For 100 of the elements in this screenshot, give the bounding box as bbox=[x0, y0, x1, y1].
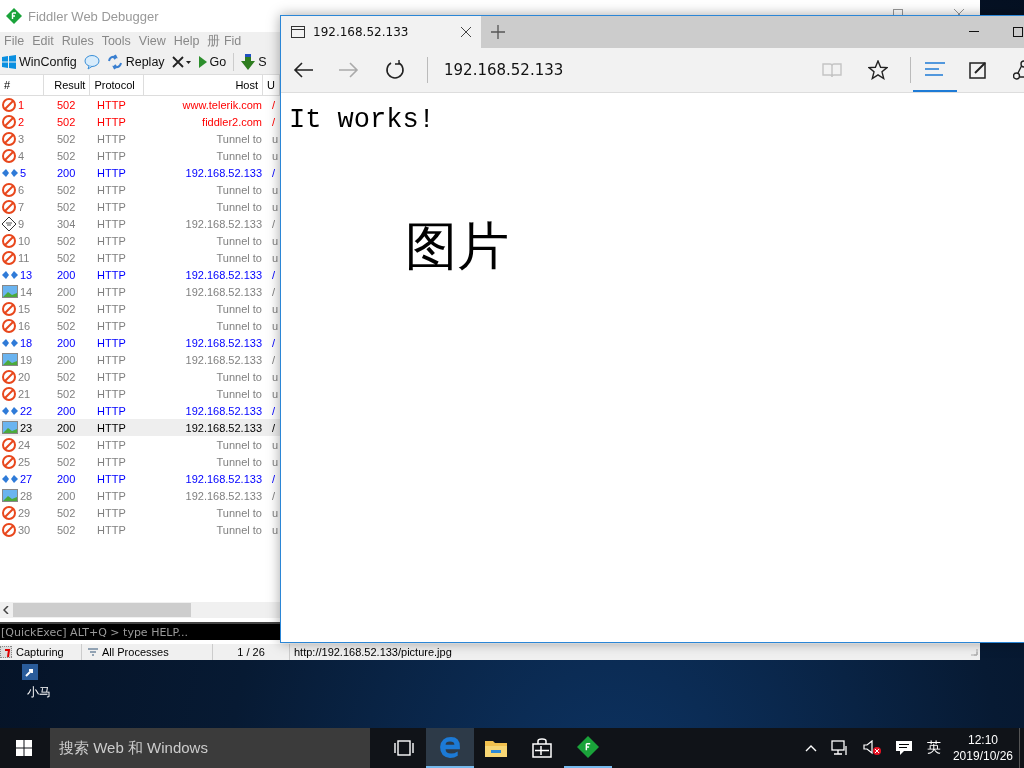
table-cell-text: / bbox=[271, 115, 277, 128]
session-row[interactable]: 25 502 HTTP Tunnel to u bbox=[0, 453, 280, 470]
session-row[interactable]: 4 502 HTTP Tunnel to u bbox=[0, 147, 280, 164]
session-row[interactable]: 5 200 HTTP 192.168.52.133 / bbox=[0, 164, 280, 181]
image-icon bbox=[2, 353, 18, 366]
table-cell-text: 200 bbox=[56, 489, 77, 502]
toolbar-button[interactable]: Replay bbox=[104, 53, 167, 71]
table-cell-text: HTTP bbox=[96, 183, 127, 196]
refresh-icon[interactable] bbox=[385, 60, 405, 80]
table-cell-text: / bbox=[271, 166, 277, 179]
start-icon[interactable] bbox=[16, 740, 32, 756]
menu-item[interactable]: Help bbox=[171, 34, 206, 48]
process-filter[interactable]: All Processes bbox=[82, 644, 213, 660]
session-row[interactable]: 22 200 HTTP 192.168.52.133 / bbox=[0, 402, 280, 419]
session-row[interactable]: 14 200 HTTP 192.168.52.133 / bbox=[0, 283, 280, 300]
search-field[interactable]: 搜索 Web 和 Windows bbox=[50, 728, 370, 768]
pen-note-icon[interactable] bbox=[969, 61, 987, 79]
menu-item[interactable]: File bbox=[2, 34, 31, 48]
session-row[interactable]: 1 502 HTTP www.telerik.com / bbox=[0, 96, 280, 113]
table-cell-text: HTTP bbox=[96, 302, 127, 315]
taskbar-button[interactable] bbox=[426, 728, 474, 768]
session-row[interactable]: 11 502 HTTP Tunnel to u bbox=[0, 249, 280, 266]
table-cell-text: / bbox=[271, 404, 277, 417]
table-cell-text: Tunnel to bbox=[215, 319, 263, 332]
table-cell-text: Tunnel to bbox=[215, 438, 263, 451]
shortcut-label[interactable]: 小马 bbox=[27, 684, 51, 701]
address-field[interactable]: 192.168.52.133 bbox=[444, 61, 564, 79]
table-cell-text: 200 bbox=[56, 421, 77, 434]
toolbar-button[interactable]: WinConfig bbox=[0, 54, 79, 70]
session-row[interactable]: 16 502 HTTP Tunnel to u bbox=[0, 317, 280, 334]
table-cell: 13 bbox=[20, 268, 33, 281]
session-row[interactable]: 29 502 HTTP Tunnel to u bbox=[0, 504, 280, 521]
session-row[interactable]: 24 502 HTTP Tunnel to u bbox=[0, 436, 280, 453]
session-row[interactable]: 27 200 HTTP 192.168.52.133 / bbox=[0, 470, 280, 487]
table-cell-text: Tunnel to bbox=[215, 455, 263, 468]
toolbar-button[interactable]: Go bbox=[196, 54, 229, 70]
table-cell-text: HTTP bbox=[96, 132, 127, 145]
menu-item[interactable]: 册 Fid bbox=[205, 32, 248, 50]
table-cell-text: u bbox=[271, 149, 280, 162]
session-row[interactable]: 19 200 HTTP 192.168.52.133 / bbox=[0, 351, 280, 368]
table-cell-text: 502 bbox=[56, 98, 77, 111]
table-cell-text: HTTP bbox=[96, 251, 127, 264]
session-row[interactable]: 23 200 HTTP 192.168.52.133 / bbox=[0, 419, 280, 436]
close-tab-icon[interactable] bbox=[461, 27, 471, 37]
new-tab-icon[interactable] bbox=[491, 25, 505, 39]
session-row[interactable]: 13 200 HTTP 192.168.52.133 / bbox=[0, 266, 280, 283]
scroll-left-icon[interactable] bbox=[3, 606, 9, 614]
toolbar-button[interactable] bbox=[169, 55, 194, 69]
table-cell-text: Tunnel to bbox=[215, 251, 263, 264]
session-row[interactable]: 18 200 HTTP 192.168.52.133 / bbox=[0, 334, 280, 351]
chevron-up-icon[interactable] bbox=[804, 744, 817, 752]
code-brackets-icon bbox=[2, 405, 18, 416]
windows-icon bbox=[2, 55, 16, 69]
table-cell-text: u bbox=[271, 455, 280, 468]
input-method-indicator[interactable]: 英 bbox=[926, 739, 941, 757]
table-cell-text: 502 bbox=[56, 506, 77, 519]
star-icon[interactable] bbox=[868, 60, 888, 80]
fiddler-logo-icon bbox=[6, 8, 22, 24]
table-cell-text: Tunnel to bbox=[215, 506, 263, 519]
table-cell-text: 502 bbox=[56, 523, 77, 536]
session-row[interactable]: 20 502 HTTP Tunnel to u bbox=[0, 368, 280, 385]
table-cell-text: / bbox=[271, 421, 277, 434]
horizontal-scrollbar[interactable] bbox=[0, 602, 280, 618]
session-row[interactable]: 6 502 HTTP Tunnel to u bbox=[0, 181, 280, 198]
maximize-icon[interactable] bbox=[1013, 27, 1023, 37]
column-header[interactable]: # bbox=[0, 75, 45, 95]
session-row[interactable]: 10 502 HTTP Tunnel to u bbox=[0, 232, 280, 249]
session-row[interactable]: 2 502 HTTP fiddler2.com / bbox=[0, 113, 280, 130]
column-header[interactable]: Result bbox=[44, 75, 91, 95]
toolbar-button[interactable]: S bbox=[239, 53, 269, 71]
back-icon[interactable] bbox=[293, 62, 313, 78]
table-cell-text: 192.168.52.133 bbox=[184, 166, 263, 179]
session-row[interactable]: 9 304 HTTP 192.168.52.133 / bbox=[0, 215, 280, 232]
clock[interactable]: 12:10 2019/10/26 bbox=[952, 731, 1013, 765]
window-title: Fiddler Web Debugger bbox=[28, 8, 159, 24]
menu-item[interactable]: Rules bbox=[59, 34, 100, 48]
muted-speaker-icon[interactable] bbox=[862, 740, 881, 756]
notification-icon[interactable] bbox=[894, 740, 913, 756]
table-cell-text: Tunnel to bbox=[215, 234, 263, 247]
session-row[interactable]: 30 502 HTTP Tunnel to u bbox=[0, 521, 280, 538]
menu-item[interactable]: Tools bbox=[99, 34, 137, 48]
shortcut-icon[interactable] bbox=[20, 662, 40, 682]
minimize-icon[interactable] bbox=[969, 31, 979, 33]
quickexec-field[interactable]: [QuickExec] ALT+Q > type HELP... bbox=[0, 622, 280, 640]
session-row[interactable]: 15 502 HTTP Tunnel to u bbox=[0, 300, 280, 317]
column-header[interactable]: Protocol bbox=[90, 75, 145, 95]
table-cell-text: / bbox=[271, 98, 277, 111]
session-row[interactable]: 3 502 HTTP Tunnel to u bbox=[0, 130, 280, 147]
network-icon[interactable] bbox=[830, 740, 849, 756]
capture-toggle[interactable]: Capturing bbox=[0, 644, 82, 660]
menu-item[interactable]: View bbox=[136, 34, 172, 48]
session-row[interactable]: 28 200 HTTP 192.168.52.133 / bbox=[0, 487, 280, 504]
table-cell-text: u bbox=[271, 438, 280, 451]
resize-grip-icon[interactable] bbox=[970, 648, 978, 656]
menu-item[interactable]: Edit bbox=[30, 34, 60, 48]
browser-tab[interactable]: 192.168.52.133 bbox=[281, 16, 481, 48]
session-row[interactable]: 21 502 HTTP Tunnel to u bbox=[0, 385, 280, 402]
session-row[interactable]: 7 502 HTTP Tunnel to u bbox=[0, 198, 280, 215]
column-header[interactable]: Host bbox=[144, 75, 264, 95]
table-cell-text: 200 bbox=[56, 404, 77, 417]
